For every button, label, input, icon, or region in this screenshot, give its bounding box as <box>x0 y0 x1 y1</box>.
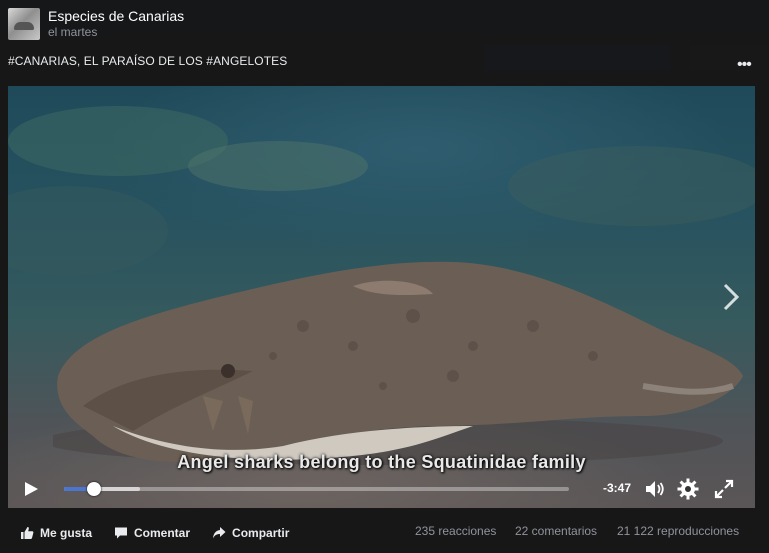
video-player[interactable]: Angel sharks belong to the Squatinidae f… <box>8 86 755 508</box>
page-name-link[interactable]: Especies de Canarias <box>48 8 184 25</box>
angel-shark-image <box>53 261 743 465</box>
page-avatar[interactable] <box>8 8 40 40</box>
remaining-time: -3:47 <box>603 481 632 495</box>
like-label: Me gusta <box>40 526 93 540</box>
page-meta: Especies de Canarias el martes <box>48 8 184 40</box>
progress-scrubber[interactable] <box>87 482 102 496</box>
comment-icon <box>115 527 128 539</box>
video-progress-bar[interactable] <box>64 482 569 496</box>
views-count: 21 122 reproducciones <box>617 524 740 538</box>
share-button[interactable]: Compartir <box>212 526 289 540</box>
share-label: Compartir <box>232 526 290 540</box>
comment-button[interactable]: Comentar <box>114 526 190 540</box>
post-header: Especies de Canarias el martes <box>8 8 184 40</box>
video-scene-rock <box>508 146 755 226</box>
like-button[interactable]: Me gusta <box>20 526 92 540</box>
more-options-icon[interactable]: ••• <box>737 56 752 74</box>
video-controls: -3:47 <box>8 468 755 508</box>
post-text: #CANARIAS, EL PARAÍSO DE LOS #ANGELOTES <box>8 54 288 68</box>
volume-icon[interactable] <box>644 478 666 500</box>
comments-count[interactable]: 22 comentarios <box>515 524 597 538</box>
post-timestamp[interactable]: el martes <box>48 25 184 40</box>
fullscreen-icon[interactable] <box>713 478 735 500</box>
settings-icon[interactable] <box>677 478 699 500</box>
video-scene-rock <box>188 141 368 191</box>
comment-label: Comentar <box>134 526 191 540</box>
like-icon <box>21 527 34 539</box>
next-arrow-icon[interactable] <box>721 282 741 312</box>
share-icon <box>213 527 226 539</box>
play-icon[interactable] <box>22 480 40 498</box>
reactions-count[interactable]: 235 reacciones <box>415 524 496 538</box>
